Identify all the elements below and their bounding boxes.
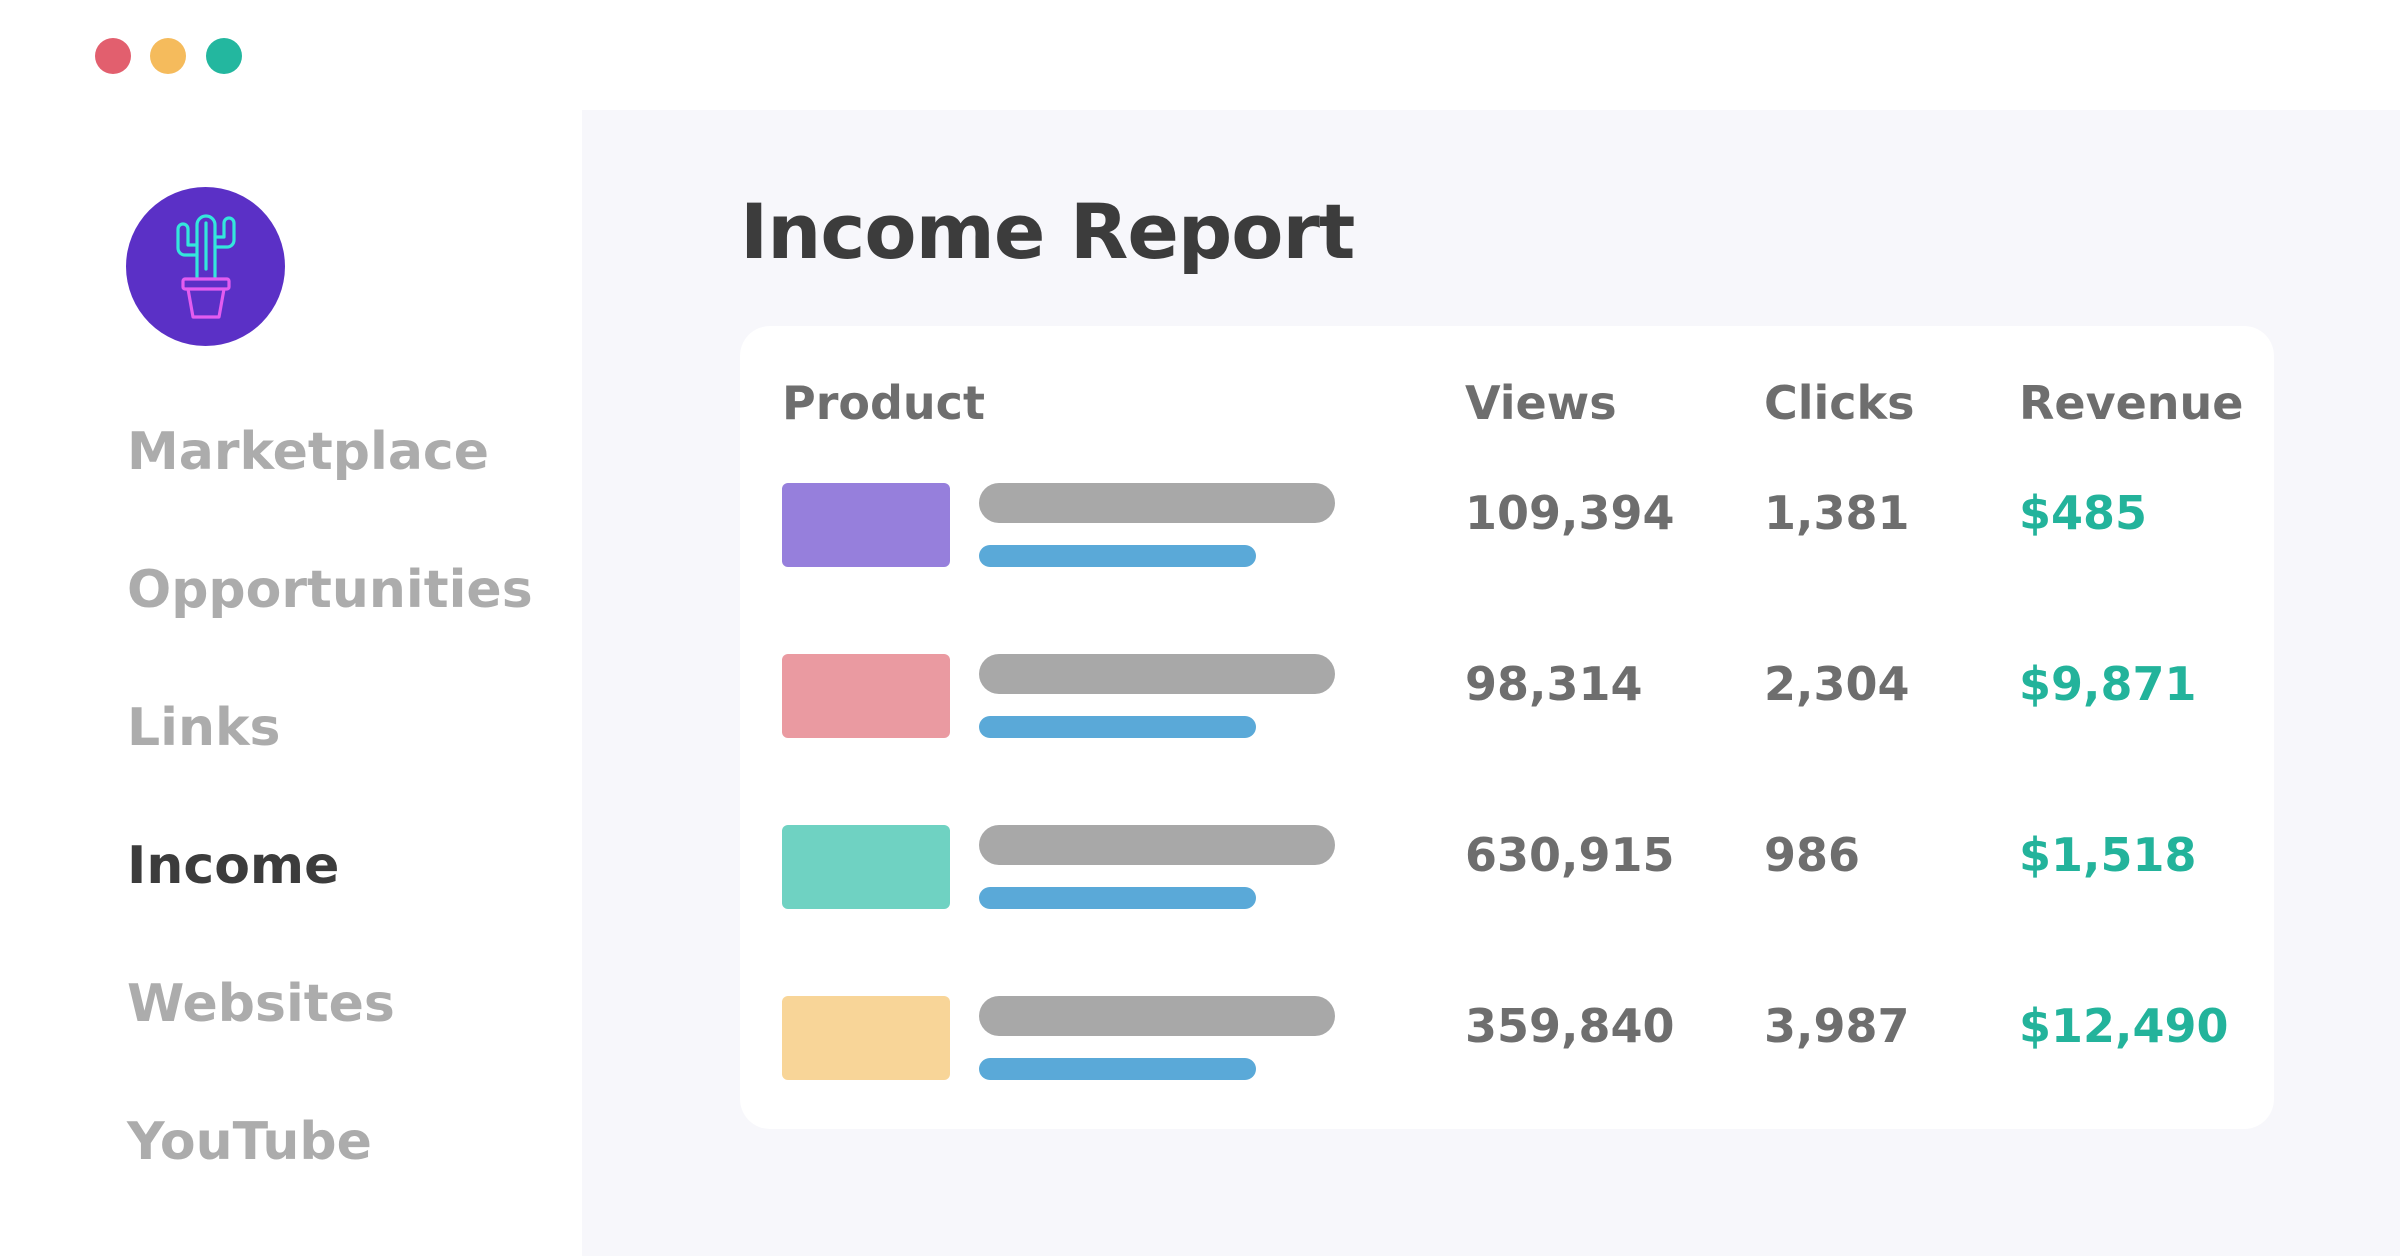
- product-subtitle-placeholder: [979, 716, 1256, 738]
- product-subtitle-placeholder: [979, 1058, 1256, 1080]
- product-thumbnail[interactable]: [782, 825, 950, 909]
- sidebar: [0, 115, 582, 1256]
- revenue-cell: $1,518: [2019, 828, 2197, 882]
- product-thumbnail[interactable]: [782, 483, 950, 567]
- column-header-revenue[interactable]: Revenue: [2019, 380, 2244, 426]
- sidebar-item-links[interactable]: Links: [127, 702, 281, 754]
- product-name-placeholder: [979, 825, 1335, 865]
- views-cell: 109,394: [1465, 486, 1675, 540]
- product-thumbnail[interactable]: [782, 996, 950, 1080]
- product-subtitle-placeholder: [979, 545, 1256, 567]
- clicks-cell: 986: [1764, 828, 1861, 882]
- cactus-icon: [175, 213, 236, 319]
- maximize-window-button[interactable]: [206, 38, 242, 74]
- clicks-cell: 2,304: [1764, 657, 1910, 711]
- clicks-cell: 1,381: [1764, 486, 1910, 540]
- sidebar-item-income[interactable]: Income: [127, 840, 339, 892]
- minimize-window-button[interactable]: [150, 38, 186, 74]
- sidebar-item-websites[interactable]: Websites: [127, 978, 395, 1030]
- clicks-cell: 3,987: [1764, 999, 1910, 1053]
- views-cell: 98,314: [1465, 657, 1643, 711]
- product-name-placeholder: [979, 483, 1335, 523]
- window-titlebar: [0, 0, 2400, 110]
- views-cell: 359,840: [1465, 999, 1675, 1053]
- sidebar-item-opportunities[interactable]: Opportunities: [127, 564, 533, 616]
- product-thumbnail[interactable]: [782, 654, 950, 738]
- column-header-product[interactable]: Product: [782, 380, 985, 426]
- product-name-placeholder: [979, 996, 1335, 1036]
- column-header-clicks[interactable]: Clicks: [1764, 380, 1915, 426]
- product-name-placeholder: [979, 654, 1335, 694]
- app-logo[interactable]: [126, 187, 285, 346]
- revenue-cell: $485: [2019, 486, 2148, 540]
- close-window-button[interactable]: [95, 38, 131, 74]
- column-header-views[interactable]: Views: [1465, 380, 1617, 426]
- sidebar-item-youtube[interactable]: YouTube: [127, 1116, 372, 1168]
- revenue-cell: $9,871: [2019, 657, 2197, 711]
- product-subtitle-placeholder: [979, 887, 1256, 909]
- revenue-cell: $12,490: [2019, 999, 2229, 1053]
- page-title: Income Report: [740, 187, 1355, 276]
- views-cell: 630,915: [1465, 828, 1675, 882]
- sidebar-item-marketplace[interactable]: Marketplace: [127, 426, 489, 478]
